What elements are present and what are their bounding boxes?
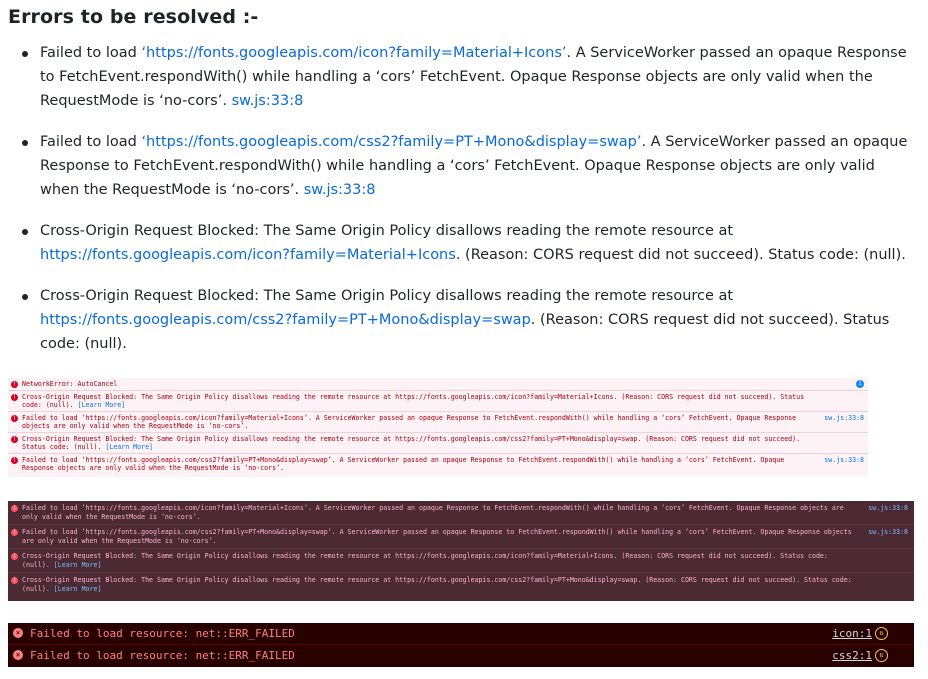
source-location-link[interactable]: sw.js:33:8 <box>824 414 864 422</box>
console-row[interactable]: ! Cross-Origin Request Blocked: The Same… <box>8 391 868 412</box>
error-icon: ! <box>11 381 18 388</box>
learn-more-link[interactable]: [Learn More] <box>54 585 102 593</box>
error-link[interactable]: https://fonts.googleapis.com/css2?family… <box>40 312 531 328</box>
console-row[interactable]: ! Cross-Origin Request Blocked: The Same… <box>8 433 868 454</box>
console-row[interactable]: ! Failed to load ‘https://fonts.googleap… <box>8 501 914 525</box>
error-item: Cross-Origin Request Blocked: The Same O… <box>0 284 928 356</box>
error-x-icon: ✕ <box>13 628 23 638</box>
network-request-icon[interactable]: ⇅ <box>875 649 888 662</box>
source-location-link[interactable]: sw.js:33:8 <box>232 93 304 109</box>
error-link[interactable]: ‘https://fonts.googleapis.com/icon?famil… <box>141 45 566 61</box>
error-icon: ! <box>11 577 18 584</box>
console-row[interactable]: ✕ Failed to load resource: net::ERR_FAIL… <box>8 623 914 645</box>
console-row[interactable]: ! NetworkError: AutoCancel i <box>8 378 868 391</box>
error-item: Cross-Origin Request Blocked: The Same O… <box>0 219 928 267</box>
error-item: Failed to load ‘https://fonts.googleapis… <box>0 41 928 113</box>
error-item: Failed to load ‘https://fonts.googleapis… <box>0 130 928 202</box>
console-row[interactable]: ! Cross-Origin Request Blocked: The Same… <box>8 549 914 573</box>
error-link[interactable]: https://fonts.googleapis.com/icon?family… <box>40 247 456 263</box>
network-request-icon[interactable]: ⇅ <box>875 627 888 640</box>
source-location-link[interactable]: sw.js:33:8 <box>868 528 908 537</box>
learn-more-link[interactable]: [Learn More] <box>78 401 126 409</box>
source-location-link[interactable]: sw.js:33:8 <box>304 182 376 198</box>
info-badge-icon[interactable]: i <box>856 380 864 388</box>
console-row[interactable]: ! Cross-Origin Request Blocked: The Same… <box>8 573 914 596</box>
learn-more-link[interactable]: [Learn More] <box>54 561 102 569</box>
console-row[interactable]: ! Failed to load ‘https://fonts.googleap… <box>8 454 868 474</box>
source-location-link[interactable]: css2:1 <box>832 645 872 666</box>
error-icon: ! <box>11 436 18 443</box>
source-location-link[interactable]: sw.js:33:8 <box>824 456 864 464</box>
error-icon: ! <box>11 415 18 422</box>
error-list: Failed to load ‘https://fonts.googleapis… <box>0 41 928 373</box>
console-panel-dark: ! Failed to load ‘https://fonts.googleap… <box>8 501 914 601</box>
error-link[interactable]: ‘https://fonts.googleapis.com/css2?famil… <box>141 134 641 150</box>
error-x-icon: ✕ <box>13 650 23 660</box>
learn-more-link[interactable]: [Learn More] <box>105 443 153 451</box>
console-row[interactable]: ! Failed to load ‘https://fonts.googleap… <box>8 525 914 549</box>
console-panel-light: ! NetworkError: AutoCancel i ! Cross-Ori… <box>8 378 868 477</box>
bullet-icon <box>22 294 28 300</box>
error-icon: ! <box>11 505 18 512</box>
error-icon: ! <box>11 394 18 401</box>
bullet-icon <box>22 229 28 235</box>
source-location-link[interactable]: icon:1 <box>832 623 872 644</box>
bullet-icon <box>22 51 28 57</box>
page-heading: Errors to be resolved :- <box>8 6 259 28</box>
bullet-icon <box>22 140 28 146</box>
console-row[interactable]: ✕ Failed to load resource: net::ERR_FAIL… <box>8 645 914 666</box>
error-icon: ! <box>11 529 18 536</box>
error-icon: ! <box>11 553 18 560</box>
error-icon: ! <box>11 457 18 464</box>
source-location-link[interactable]: sw.js:33:8 <box>868 504 908 513</box>
console-panel-chrome: ✕ Failed to load resource: net::ERR_FAIL… <box>8 623 914 667</box>
console-row[interactable]: ! Failed to load ‘https://fonts.googleap… <box>8 412 868 433</box>
